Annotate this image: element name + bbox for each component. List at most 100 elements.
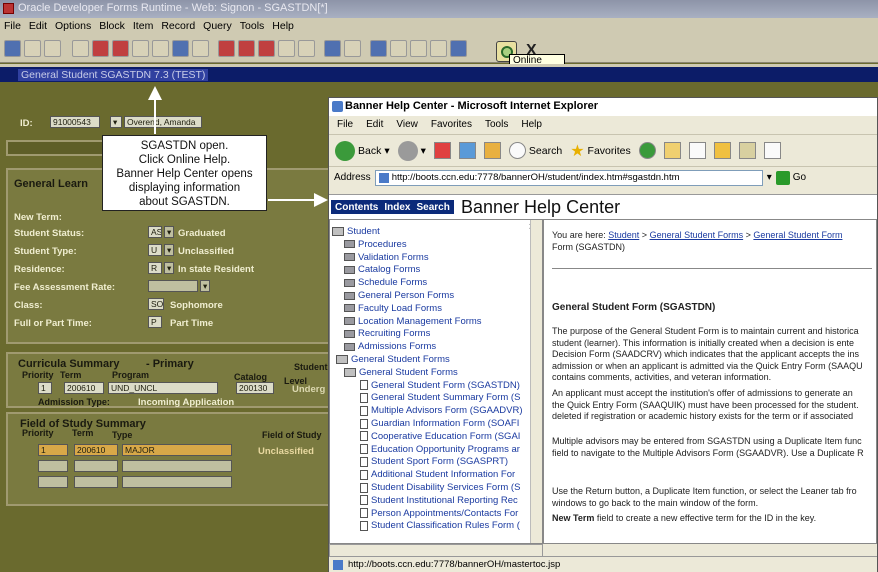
toc-item[interactable]: Admissions Forms: [344, 341, 436, 352]
toc-item[interactable]: Catalog Forms: [344, 264, 420, 275]
toc-item[interactable]: Procedures: [344, 239, 407, 250]
ie-menu-tools[interactable]: Tools: [485, 119, 508, 131]
type-code-field[interactable]: U: [148, 244, 162, 256]
cur-program-field[interactable]: UND_UNCL: [108, 382, 218, 394]
fee-field[interactable]: [148, 280, 198, 292]
fos-row2-term[interactable]: [74, 460, 118, 472]
item-properties-icon[interactable]: [450, 40, 467, 57]
toc-item[interactable]: Student: [332, 226, 380, 237]
name-field[interactable]: Overend, Amanda A: [124, 116, 202, 128]
toc-item[interactable]: Cooperative Education Form (SGAI: [360, 431, 520, 442]
favorites-button[interactable]: ★ Favorites: [570, 141, 631, 161]
print-icon[interactable]: [344, 40, 361, 57]
refresh-icon[interactable]: [458, 142, 476, 159]
ie-menu-help[interactable]: Help: [521, 119, 542, 131]
fos-priority-field[interactable]: 1: [38, 444, 68, 456]
menu-block[interactable]: Block: [99, 20, 125, 33]
rollback-icon[interactable]: [24, 40, 41, 57]
ie-menu-file[interactable]: File: [337, 119, 353, 131]
fp-code-field[interactable]: P: [148, 316, 162, 328]
toc-item[interactable]: Validation Forms: [344, 252, 429, 263]
print-icon[interactable]: [72, 40, 89, 57]
ie-menu-view[interactable]: View: [396, 119, 418, 131]
toc-item[interactable]: General Student Form (SGASTDN): [360, 380, 520, 391]
fos-row2-priority[interactable]: [38, 460, 68, 472]
count-query-icon[interactable]: [278, 40, 295, 57]
fos-row3-type[interactable]: [122, 476, 232, 488]
fos-term-field[interactable]: 200610: [74, 444, 118, 456]
id-search-button[interactable]: ▾: [110, 116, 122, 128]
fos-row3-term[interactable]: [74, 476, 118, 488]
toc-item[interactable]: Student Disability Services Form (S: [360, 482, 520, 493]
breadcrumb-student[interactable]: Student: [608, 230, 639, 240]
toc-item[interactable]: Student Institutional Reporting Rec: [360, 495, 518, 506]
select-icon[interactable]: [44, 40, 61, 57]
history-icon[interactable]: [638, 142, 656, 159]
toc-item[interactable]: General Student Forms: [344, 367, 458, 378]
toc-item[interactable]: General Student Forms: [336, 354, 450, 365]
toc-item[interactable]: Location Management Forms: [344, 316, 482, 327]
toc-item[interactable]: Education Opportunity Programs ar: [360, 444, 520, 455]
toc-scrollbar[interactable]: [530, 220, 542, 543]
next-block-icon[interactable]: [112, 40, 129, 57]
print-icon[interactable]: [688, 142, 706, 159]
toc-item[interactable]: Guardian Information Form (SOAFI: [360, 418, 519, 429]
toc-item[interactable]: Schedule Forms: [344, 277, 427, 288]
toc-item[interactable]: General Person Forms: [344, 290, 454, 301]
toc-item[interactable]: Person Appointments/Contacts For: [360, 508, 518, 519]
tab-search[interactable]: Search: [416, 202, 449, 213]
address-input[interactable]: http://boots.ccn.edu:7778/bannerOH/stude…: [374, 169, 763, 186]
next-record-icon[interactable]: [152, 40, 169, 57]
workflow-icon[interactable]: [430, 40, 447, 57]
forward-button[interactable]: ▾: [397, 140, 426, 161]
tab-index[interactable]: Index: [384, 202, 410, 213]
breadcrumb-general-student-forms[interactable]: General Student Forms: [650, 230, 744, 240]
stop-icon[interactable]: [433, 142, 451, 159]
breadcrumb-general-student-form[interactable]: General Student Form: [753, 230, 842, 240]
menu-edit[interactable]: Edit: [29, 20, 47, 33]
mail-icon[interactable]: [663, 142, 681, 159]
cancel-query-icon[interactable]: [258, 40, 275, 57]
ie-menu-favorites[interactable]: Favorites: [431, 119, 472, 131]
toc-item[interactable]: Student Sport Form (SGASPRT): [360, 456, 508, 467]
save-icon[interactable]: [4, 40, 21, 57]
class-code-field[interactable]: SO: [148, 298, 164, 310]
toc-item[interactable]: Faculty Load Forms: [344, 303, 442, 314]
id-field[interactable]: 91000543: [50, 116, 100, 128]
cur-catalog-field[interactable]: 200130: [236, 382, 274, 394]
toc-item[interactable]: Student Classification Rules Form (: [360, 520, 520, 531]
insert-record-icon[interactable]: [172, 40, 189, 57]
toc-item[interactable]: Additional Student Information For: [360, 469, 515, 480]
fos-row3-priority[interactable]: [38, 476, 68, 488]
toc-item[interactable]: Recruiting Forms: [344, 328, 430, 339]
extract-icon[interactable]: [390, 40, 407, 57]
remove-record-icon[interactable]: [192, 40, 209, 57]
previous-record-icon[interactable]: [132, 40, 149, 57]
enter-query-icon[interactable]: [218, 40, 235, 57]
fos-type-field[interactable]: MAJOR: [122, 444, 232, 456]
home-icon[interactable]: [483, 142, 501, 159]
execute-query-icon[interactable]: [238, 40, 255, 57]
toc-item[interactable]: General Student Summary Form (S: [360, 392, 520, 403]
toc-item[interactable]: Multiple Advisors Form (SGAADVR): [360, 405, 523, 416]
menu-query[interactable]: Query: [203, 20, 232, 33]
previous-block-icon[interactable]: [92, 40, 109, 57]
address-dropdown[interactable]: ▾: [767, 172, 772, 183]
status-dropdown[interactable]: ▾: [164, 226, 174, 238]
menu-file[interactable]: File: [4, 20, 21, 33]
tab-contents[interactable]: Contents: [335, 202, 378, 213]
res-code-field[interactable]: R: [148, 262, 162, 274]
type-dropdown[interactable]: ▾: [164, 244, 174, 256]
search-icon[interactable]: [324, 40, 341, 57]
status-code-field[interactable]: AS: [148, 226, 162, 238]
cur-term-field[interactable]: 200610: [64, 382, 104, 394]
query-icon[interactable]: [298, 40, 315, 57]
back-button[interactable]: Back ▾: [335, 140, 390, 161]
fee-dropdown[interactable]: ▾: [200, 280, 210, 292]
calendar-icon[interactable]: [370, 40, 387, 57]
menu-item[interactable]: Item: [133, 20, 153, 33]
menu-options[interactable]: Options: [55, 20, 91, 33]
menu-help[interactable]: Help: [272, 20, 294, 33]
ie-menu-edit[interactable]: Edit: [366, 119, 383, 131]
messenger-icon[interactable]: [763, 142, 781, 159]
